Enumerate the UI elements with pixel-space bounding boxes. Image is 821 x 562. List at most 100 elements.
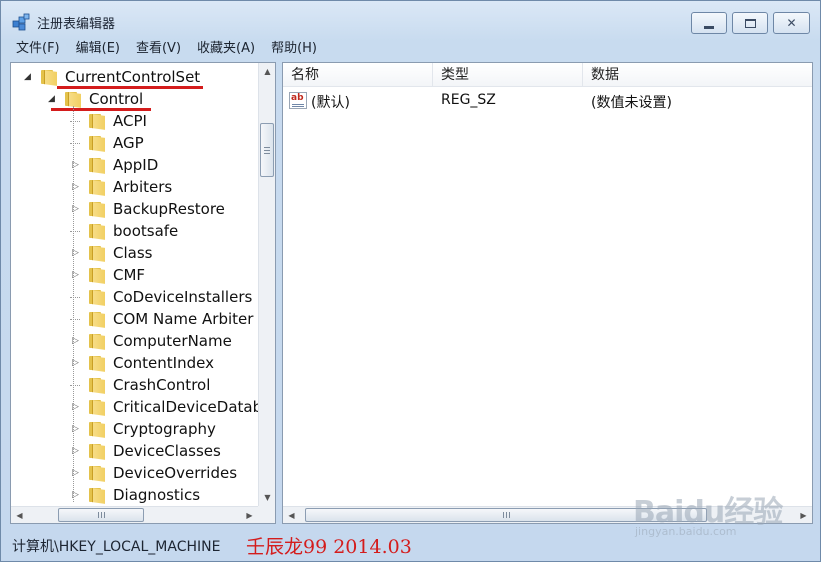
- maximize-icon: [744, 18, 756, 28]
- folder-icon: [89, 311, 107, 328]
- grip-icon: [264, 146, 270, 154]
- tree-node[interactable]: ▷ CriticalDeviceDatab: [11, 396, 263, 418]
- folder-icon: [89, 223, 107, 240]
- minimize-button[interactable]: [691, 12, 727, 34]
- tree-node[interactable]: AGP: [11, 132, 260, 154]
- tree-node[interactable]: ▷ Diagnostics: [11, 484, 260, 506]
- tree-node[interactable]: ▷ CMF: [11, 264, 260, 286]
- value-name: (默认): [311, 95, 350, 111]
- tree-node[interactable]: COM Name Arbiter: [11, 308, 260, 330]
- tree-node[interactable]: ◢ Control: [11, 88, 260, 111]
- tree-connector: [70, 297, 80, 298]
- tree-vertical-scrollbar[interactable]: ▲ ▼: [258, 63, 275, 506]
- registry-key-tree[interactable]: ◢ CurrentControlSet ◢ Control ACPI AGP ▷ AppID ▷…: [10, 62, 276, 524]
- value-type: REG_SZ: [441, 92, 496, 108]
- watermark-url: jingyan.baidu.com: [635, 525, 737, 538]
- tree-node-label: Cryptography: [113, 420, 216, 438]
- tree-node[interactable]: ▷ DeviceClasses: [11, 440, 260, 462]
- tree-node-label: Control: [89, 90, 144, 108]
- tree-node-label: AppID: [113, 156, 159, 174]
- folder-icon: [89, 355, 107, 372]
- scroll-left-button[interactable]: ◀: [11, 507, 28, 523]
- tree-node-label: Diagnostics: [113, 486, 201, 504]
- string-value-icon: ab: [289, 92, 307, 109]
- tree-node[interactable]: CoDeviceInstallers: [11, 286, 260, 308]
- tree-node-label: ComputerName: [113, 332, 232, 350]
- tree-node[interactable]: CrashControl: [11, 374, 260, 396]
- scroll-up-button[interactable]: ▲: [259, 63, 275, 80]
- scroll-corner: [258, 506, 275, 523]
- folder-icon: [89, 289, 107, 306]
- tree-node-label: Class: [113, 244, 153, 262]
- column-data[interactable]: 数据: [583, 63, 812, 87]
- folder-icon: [41, 69, 59, 86]
- menu-file[interactable]: 文件(F): [7, 39, 67, 61]
- tree-connector: [70, 385, 80, 386]
- tree-node-label: DeviceClasses: [113, 442, 221, 460]
- tree-node-label: CoDeviceInstallers: [113, 288, 253, 306]
- tree-hscroll-thumb[interactable]: [58, 508, 144, 522]
- column-type[interactable]: 类型: [433, 63, 583, 87]
- folder-icon: [89, 333, 107, 350]
- window-title: 注册表编辑器: [37, 17, 116, 32]
- tree-node-label: CurrentControlSet: [65, 68, 201, 86]
- tree-node[interactable]: ▷ Class: [11, 242, 260, 264]
- menu-view[interactable]: 查看(V): [127, 39, 188, 61]
- tree-horizontal-scrollbar[interactable]: ◀ ▶: [11, 506, 258, 523]
- tree-node[interactable]: ▷ BackupRestore: [11, 198, 260, 220]
- tree-node[interactable]: ▷ AppID: [11, 154, 260, 176]
- tree-connector: [70, 231, 80, 232]
- tree-node[interactable]: ▷ Arbiters: [11, 176, 260, 198]
- minimize-icon: [704, 25, 714, 29]
- registry-editor-icon: [12, 13, 30, 31]
- column-name[interactable]: 名称: [283, 63, 433, 87]
- menu-bar: 文件(F) 编辑(E) 查看(V) 收藏夹(A) 帮助(H): [7, 39, 324, 61]
- collapse-arrow-icon[interactable]: ◢: [48, 94, 58, 104]
- tree-node[interactable]: ▷ DeviceOverrides: [11, 462, 260, 484]
- close-icon: ✕: [786, 16, 797, 30]
- tree-node[interactable]: ▷ ComputerName: [11, 330, 260, 352]
- tree-node[interactable]: bootsafe: [11, 220, 260, 242]
- grip-icon: [97, 512, 105, 518]
- folder-icon: [89, 465, 107, 482]
- tree-connector: [70, 121, 80, 122]
- author-annotation: 壬辰龙99 2014.03: [246, 536, 412, 558]
- menu-edit[interactable]: 编辑(E): [67, 39, 127, 61]
- tree-node[interactable]: ▷ ContentIndex: [11, 352, 260, 374]
- folder-icon: [89, 487, 107, 504]
- close-button[interactable]: ✕: [773, 12, 810, 34]
- folder-icon: [89, 245, 107, 262]
- tree-node-label: CrashControl: [113, 376, 211, 394]
- folder-icon: [89, 421, 107, 438]
- folder-icon: [89, 267, 107, 284]
- tree-node[interactable]: ACPI: [11, 110, 260, 132]
- scroll-down-button[interactable]: ▼: [259, 489, 275, 506]
- tree-node-label: CMF: [113, 266, 146, 284]
- grip-icon: [502, 512, 510, 518]
- folder-icon: [89, 135, 107, 152]
- baidu-watermark: Baidu经验 jingyan.baidu.com: [633, 487, 813, 559]
- folder-icon: [89, 443, 107, 460]
- tree-node-label: AGP: [113, 134, 144, 152]
- tree-node-label: bootsafe: [113, 222, 179, 240]
- registry-editor-window: 注册表编辑器 ✕ 文件(F) 编辑(E) 查看(V) 收藏夹(A) 帮助(H) …: [0, 0, 821, 562]
- registry-value-list[interactable]: 名称 类型 数据 ab (默认) REG_SZ (数值未设置) ◀ ▶: [282, 62, 813, 524]
- tree-node-label: CriticalDeviceDatab: [113, 398, 263, 416]
- collapse-arrow-icon[interactable]: ◢: [24, 72, 34, 82]
- menu-help[interactable]: 帮助(H): [262, 39, 324, 61]
- title-bar: 注册表编辑器 ✕: [1, 1, 820, 37]
- tree-node[interactable]: ▷ Cryptography: [11, 418, 260, 440]
- maximize-button[interactable]: [732, 12, 768, 34]
- tree-node-label: COM Name Arbiter: [113, 310, 254, 328]
- status-path: 计算机\HKEY_LOCAL_MACHINE: [12, 539, 221, 555]
- tree-guide-line: [73, 106, 74, 502]
- tree-connector: [70, 143, 80, 144]
- scroll-right-button[interactable]: ▶: [241, 507, 258, 523]
- scroll-left-button[interactable]: ◀: [283, 507, 300, 523]
- tree-connector: [70, 319, 80, 320]
- menu-favorites[interactable]: 收藏夹(A): [188, 39, 262, 61]
- tree-node[interactable]: ◢ CurrentControlSet: [11, 66, 260, 89]
- folder-icon: [89, 399, 107, 416]
- tree-node-label: ACPI: [113, 112, 147, 130]
- tree-scroll-thumb[interactable]: [260, 123, 274, 177]
